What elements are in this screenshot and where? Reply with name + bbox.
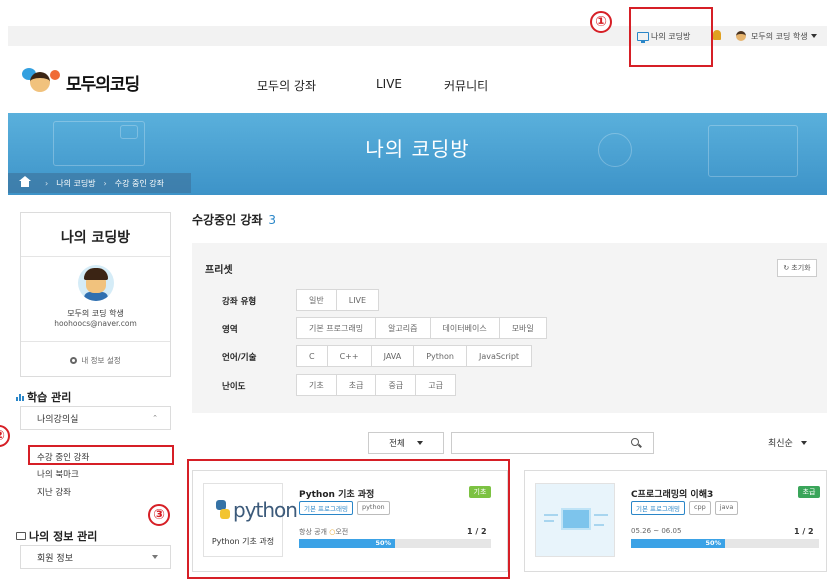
profile-card: 나의 코딩방 모두의 코딩 학생 hoohoocs@naver.com 내 정보…: [20, 212, 171, 377]
study-section-header: 학습 관리: [16, 389, 71, 405]
filter-row-language: C C++ JAVA Python JavaScript: [296, 345, 533, 367]
annotation-marker-2: ②: [0, 425, 10, 447]
filter-row-difficulty: 기초 초급 중급 고급: [296, 374, 456, 396]
breadcrumb-item: 수강 중인 강좌: [114, 178, 164, 188]
filter-chip[interactable]: C: [296, 345, 328, 367]
monitor-illustration-icon: [561, 508, 591, 530]
study-section-label: 학습 관리: [27, 391, 72, 404]
filter-label-difficulty: 난이도: [222, 382, 246, 392]
filter-chip[interactable]: LIVE: [335, 289, 380, 311]
annotation-box-3: [187, 459, 510, 579]
annotation-box-1: [629, 7, 713, 67]
course-count: 3: [268, 213, 277, 227]
filter-label-language: 언어/기술: [222, 353, 257, 363]
nav-community[interactable]: 커뮤니티: [444, 77, 488, 94]
annotation-marker-3: ③: [148, 504, 170, 526]
filter-chip[interactable]: 기초: [296, 374, 337, 396]
sidebar-item-past-courses[interactable]: 지난 강좌: [37, 486, 71, 498]
bell-icon[interactable]: [713, 30, 721, 40]
section-title-text: 수강중인 강좌: [192, 213, 263, 227]
site-logo[interactable]: 모두의코딩: [22, 68, 140, 96]
breadcrumb: › 나의 코딩방 › 수강 중인 강좌: [8, 173, 191, 193]
section-title: 수강중인 강좌 3: [192, 211, 276, 228]
course-thumbnail: [535, 483, 615, 557]
page-title: 나의 코딩방: [365, 137, 470, 161]
filter-chip[interactable]: C++: [326, 345, 372, 367]
member-info-select[interactable]: 회원 정보: [20, 545, 171, 569]
member-select-value: 회원 정보: [37, 553, 73, 564]
search-icon[interactable]: [631, 438, 639, 446]
profile-card-title: 나의 코딩방: [60, 230, 131, 246]
refresh-icon: ↻: [783, 264, 790, 272]
profile-name: 모두의 코딩 학생: [67, 309, 124, 318]
filter-chip[interactable]: 일반: [296, 289, 337, 311]
progress-bar: 50%: [631, 539, 819, 548]
category-dropdown[interactable]: 전체: [368, 432, 444, 454]
filter-chip[interactable]: JAVA: [370, 345, 415, 367]
id-card-icon: [16, 532, 26, 540]
gear-icon: [70, 357, 78, 364]
course-tag: 기본 프로그래밍: [631, 501, 685, 515]
filter-chip[interactable]: 기본 프로그래밍: [296, 317, 377, 339]
info-section-header: 나의 정보 관리: [16, 528, 97, 544]
filter-chip[interactable]: 알고리즘: [375, 317, 431, 339]
classroom-select-value: 나의강의실: [37, 414, 79, 425]
logo-text: 모두의코딩: [66, 74, 140, 95]
filter-chip[interactable]: 중급: [375, 374, 417, 396]
home-icon[interactable]: [19, 175, 31, 187]
filter-chip[interactable]: Python: [413, 345, 467, 367]
reset-label: 초기화: [791, 264, 811, 272]
chevron-down-icon: [152, 555, 158, 559]
filter-row-type: 일반 LIVE: [296, 289, 380, 311]
course-title[interactable]: C프로그래밍의 이해3: [631, 487, 713, 500]
bar-chart-icon: [16, 393, 25, 401]
sidebar-item-bookmarks[interactable]: 나의 북마크: [37, 468, 79, 480]
user-menu[interactable]: 모두의 코딩 학생: [736, 30, 817, 42]
sort-dropdown[interactable]: 최신순: [768, 436, 807, 449]
filter-label-area: 영역: [222, 325, 238, 335]
chevron-down-icon: [416, 441, 423, 445]
annotation-marker-1: ①: [590, 11, 612, 33]
mascot-icon: [22, 68, 62, 96]
filter-label-type: 강좌 유형: [222, 297, 257, 307]
course-card[interactable]: C프로그래밍의 이해3 초급 기본 프로그래밍 cpp java 05.26 ~…: [524, 470, 827, 572]
filter-chip[interactable]: 데이터베이스: [429, 317, 500, 339]
avatar: [78, 265, 114, 301]
nav-courses[interactable]: 모두의 강좌: [257, 77, 316, 94]
breadcrumb-item[interactable]: 나의 코딩방: [56, 178, 95, 189]
search-input[interactable]: [451, 432, 654, 454]
reset-button[interactable]: ↻ 초기화: [777, 259, 817, 277]
course-tag: java: [714, 501, 739, 515]
preset-title: 프리셋: [205, 265, 233, 276]
filter-chip[interactable]: JavaScript: [465, 345, 533, 367]
filter-row-area: 기본 프로그래밍 알고리즘 데이터베이스 모바일: [296, 317, 547, 339]
profile-settings-link[interactable]: 내 정보 설정: [21, 355, 170, 366]
sort-value: 최신순: [768, 439, 793, 449]
filter-chip[interactable]: 모바일: [498, 317, 547, 339]
chevron-down-icon: [800, 440, 807, 445]
profile-email: hoohoocs@naver.com: [54, 319, 137, 328]
chevron-down-icon: [810, 34, 817, 38]
progress-label: 50%: [705, 539, 721, 547]
annotation-box-2: [28, 445, 174, 465]
user-avatar-icon: [736, 31, 746, 41]
chevron-up-icon: ⌃: [152, 414, 158, 422]
divider: [21, 341, 170, 342]
course-lesson-count: 1 / 2: [794, 527, 814, 536]
profile-settings-label: 내 정보 설정: [81, 356, 121, 365]
preset-filter-panel: 프리셋 ↻ 초기화 강좌 유형 일반 LIVE 영역 기본 프로그래밍 알고리즘…: [192, 243, 827, 413]
nav-live[interactable]: LIVE: [376, 77, 402, 91]
divider: [21, 256, 170, 257]
course-period: 05.26 ~ 06.05: [631, 527, 682, 535]
course-tags: 기본 프로그래밍 cpp java: [631, 501, 742, 515]
level-badge: 초급: [798, 486, 820, 498]
user-name: 모두의 코딩 학생: [751, 31, 808, 41]
filter-chip[interactable]: 고급: [415, 374, 456, 396]
course-tag: cpp: [688, 501, 711, 515]
category-dropdown-value: 전체: [389, 439, 405, 449]
info-section-label: 나의 정보 관리: [29, 530, 98, 543]
classroom-select[interactable]: 나의강의실 ⌃: [20, 406, 171, 430]
filter-chip[interactable]: 초급: [335, 374, 377, 396]
